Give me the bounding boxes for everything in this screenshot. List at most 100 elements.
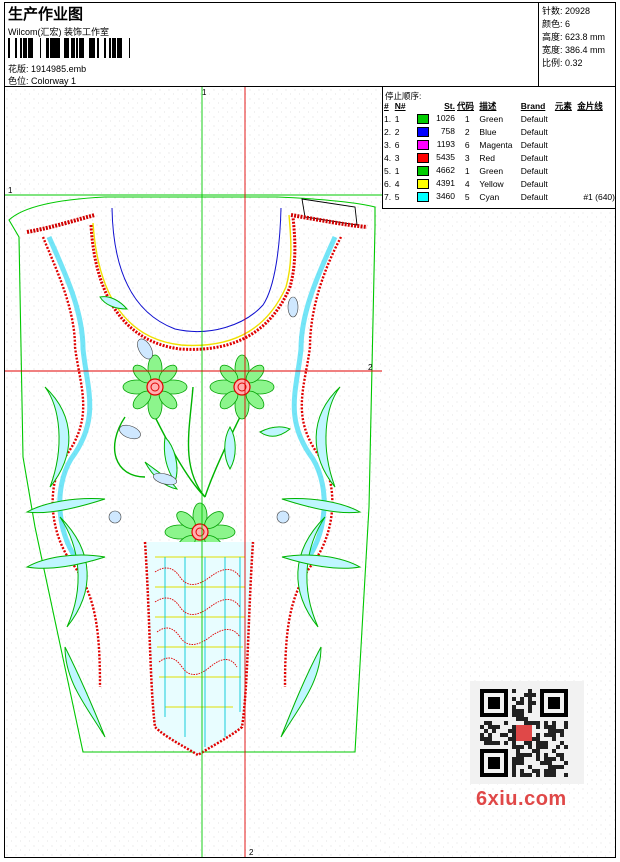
cell-n: 3	[394, 152, 400, 163]
cell-seq	[576, 112, 616, 125]
cell-n: 1	[394, 165, 400, 176]
cell-seq	[576, 177, 616, 190]
cell-n: 2	[394, 126, 400, 137]
color-swatch	[417, 126, 430, 137]
col-sequin: 金片线	[577, 101, 603, 111]
cell-desc: Green	[479, 113, 504, 124]
stitch-count: 1193	[436, 139, 456, 150]
cell-elem	[554, 125, 576, 138]
cell-seq	[576, 138, 616, 151]
guide-v1-label: 1	[202, 88, 207, 97]
cell-desc: Green	[479, 165, 504, 176]
bib-outline	[143, 541, 255, 757]
guide-h2-label: 2	[368, 363, 373, 372]
design-canvas: 1 1 2 2	[5, 87, 382, 857]
cell-idx: 3.	[384, 139, 392, 150]
cell-elem	[554, 112, 576, 125]
col-index: #	[384, 101, 389, 111]
cell-elem	[554, 164, 576, 177]
stat-stitches: 针数: 20928	[542, 6, 591, 16]
cell-brand: Default	[520, 152, 548, 163]
cell-code: 2	[464, 126, 470, 137]
cell-brand: Default	[520, 139, 548, 150]
cell-elem	[554, 190, 576, 203]
stitch-count: 758	[440, 126, 456, 137]
cell-elem	[554, 177, 576, 190]
cell-idx: 7.	[384, 191, 392, 202]
bead-drop-4	[287, 296, 299, 318]
bead-drop-5	[108, 510, 122, 524]
col-code: 代码	[457, 101, 475, 111]
cell-seq	[576, 164, 616, 177]
stitch-count: 1026	[436, 113, 456, 124]
cell-seq	[576, 125, 616, 138]
color-swatch	[417, 191, 430, 202]
cell-n: 4	[394, 178, 400, 189]
cell-idx: 6.	[384, 178, 392, 189]
colorway-label: 色位:	[8, 76, 29, 86]
cell-seq: #1 (640)	[583, 191, 615, 202]
design-file-label: 花版:	[8, 64, 29, 74]
company-name: Wilcom(汇宏) 装饰工作室	[8, 27, 109, 37]
cell-brand: Default	[520, 191, 548, 202]
cell-code: 6	[464, 139, 470, 150]
col-needle: N#	[394, 101, 406, 111]
stat-colors: 颜色: 6	[542, 19, 571, 29]
color-swatch	[417, 139, 430, 150]
page-title: 生产作业图	[8, 6, 84, 23]
cell-desc: Red	[479, 152, 496, 163]
colorway-line: 色位: Colorway 1	[8, 74, 76, 87]
cell-desc: Magenta	[479, 139, 513, 150]
cell-code: 1	[464, 113, 470, 124]
cell-code: 3	[464, 152, 470, 163]
table-row: 6. 4 4391 4 Yellow Default	[383, 177, 616, 190]
cell-code: 5	[464, 191, 470, 202]
design-file-value: 1914985.emb	[31, 64, 87, 74]
col-brand: Brand	[520, 101, 546, 111]
cell-elem	[554, 138, 576, 151]
barcode-bars	[8, 38, 130, 58]
cell-desc: Blue	[479, 126, 497, 137]
cell-idx: 1.	[384, 113, 392, 124]
stat-scale: 比例: 0.32	[542, 58, 583, 68]
guide-h1-label: 1	[8, 186, 13, 195]
stitch-count: 4662	[436, 165, 456, 176]
embroidery-design: 1 1 2 2	[5, 87, 382, 857]
watermark-logo: 6xiu.com	[476, 788, 567, 810]
table-row: 2. 2 758 2 Blue Default	[383, 125, 616, 138]
cell-brand: Default	[520, 113, 548, 124]
barcode	[8, 38, 136, 58]
cell-idx: 2.	[384, 126, 392, 137]
cell-idx: 4.	[384, 152, 392, 163]
table-row: 7. 5 3460 5 Cyan Default #1 (640)	[383, 190, 616, 203]
stats-panel: 针数: 20928 颜色: 6 高度: 623.8 mm 宽度: 386.4 m…	[538, 2, 616, 86]
stop-sequence-panel: 停止顺序: # N# St. 代码 描述 Brand 元素 金片线 1. 1 102…	[382, 87, 616, 209]
qr-code-image	[480, 689, 568, 777]
cell-elem	[554, 151, 576, 164]
table-header-row: # N# St. 代码 描述 Brand 元素 金片线	[383, 100, 616, 112]
col-stitches: St.	[444, 101, 456, 111]
cell-n: 6	[394, 139, 400, 150]
cell-code: 4	[464, 178, 470, 189]
cell-desc: Yellow	[479, 178, 504, 189]
cell-brand: Default	[520, 178, 548, 189]
col-desc: 描述	[479, 101, 497, 111]
guide-v2-label: 2	[249, 848, 254, 857]
table-row: 4. 3 5435 3 Red Default	[383, 151, 616, 164]
cell-n: 5	[394, 191, 400, 202]
table-row: 3. 6 1193 6 Magenta Default	[383, 138, 616, 151]
table-row: 5. 1 4662 1 Green Default	[383, 164, 616, 177]
cell-idx: 5.	[384, 165, 392, 176]
stat-height: 高度: 623.8 mm	[542, 32, 606, 42]
qr-code	[470, 681, 584, 784]
color-swatch	[417, 165, 430, 176]
colorway-value: Colorway 1	[31, 76, 77, 86]
color-swatch	[417, 152, 430, 163]
stitch-count: 3460	[436, 191, 456, 202]
stat-width: 宽度: 386.4 mm	[542, 45, 606, 55]
bead-drop-6	[276, 510, 290, 524]
col-element: 元素	[554, 101, 572, 111]
stitch-count: 4391	[436, 178, 456, 189]
table-row: 1. 1 1026 1 Green Default	[383, 112, 616, 125]
cell-desc: Cyan	[479, 191, 500, 202]
